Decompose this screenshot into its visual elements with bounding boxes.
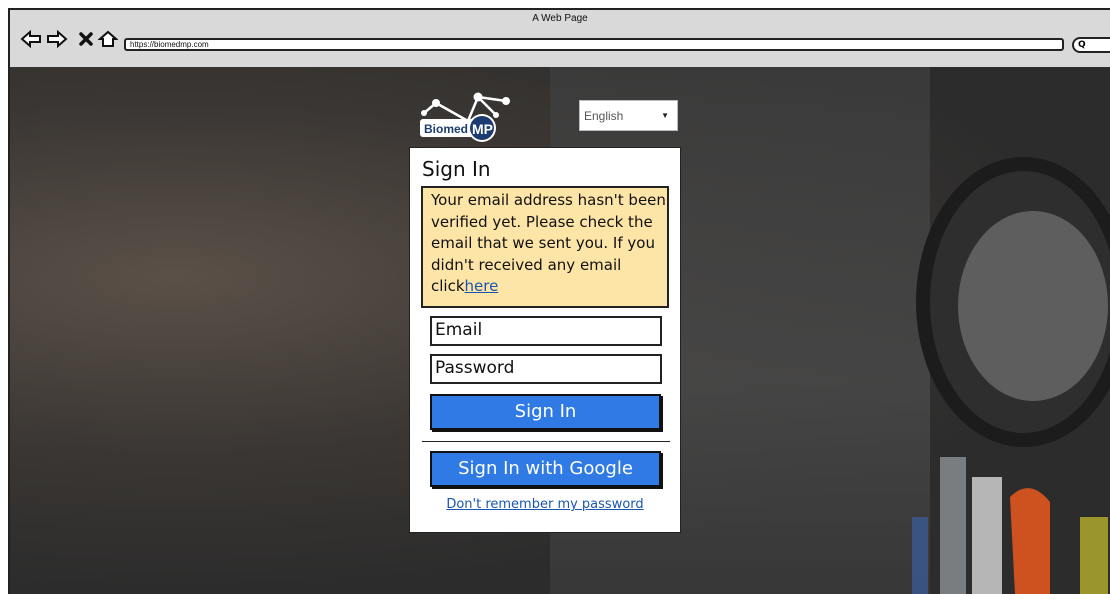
stethoscope-photo (916, 157, 1110, 447)
back-arrow-icon[interactable] (20, 28, 42, 50)
address-bar[interactable]: https://biomedmp.com (124, 38, 1064, 51)
email-field[interactable]: Email (430, 316, 662, 346)
divider (422, 441, 670, 442)
logo-text-biomed: Biomed (424, 122, 469, 136)
browser-window: A Web Page https://biomedmp.com Q Biomed… (8, 8, 1110, 594)
signin-button[interactable]: Sign In (430, 394, 661, 430)
password-field[interactable]: Password (430, 354, 662, 384)
logo-text-mp: MP (472, 121, 493, 137)
background-tools-photo (912, 457, 1108, 594)
biomedmp-logo: Biomed MP (416, 91, 526, 143)
close-icon[interactable] (78, 28, 94, 50)
home-icon[interactable] (98, 28, 118, 50)
google-signin-button[interactable]: Sign In with Google (430, 451, 661, 487)
email-unverified-alert: Your email address hasn't been verified … (421, 186, 669, 308)
resend-email-link[interactable]: here (465, 277, 499, 295)
signin-card: Sign In Your email address hasn't been v… (409, 147, 681, 533)
forgot-password-link[interactable]: Don't remember my password (410, 497, 680, 512)
language-select[interactable]: English ▼ (579, 100, 678, 131)
chevron-down-icon: ▼ (661, 111, 669, 120)
search-icon: Q (1078, 40, 1086, 50)
signin-heading: Sign In (422, 157, 491, 181)
window-title: A Web Page (532, 13, 588, 24)
stethoscope-face (958, 211, 1108, 401)
browser-chrome: A Web Page https://biomedmp.com Q (10, 10, 1110, 69)
language-select-value: English (584, 109, 624, 123)
forward-arrow-icon[interactable] (46, 28, 68, 50)
browser-search-field[interactable]: Q (1072, 37, 1110, 53)
